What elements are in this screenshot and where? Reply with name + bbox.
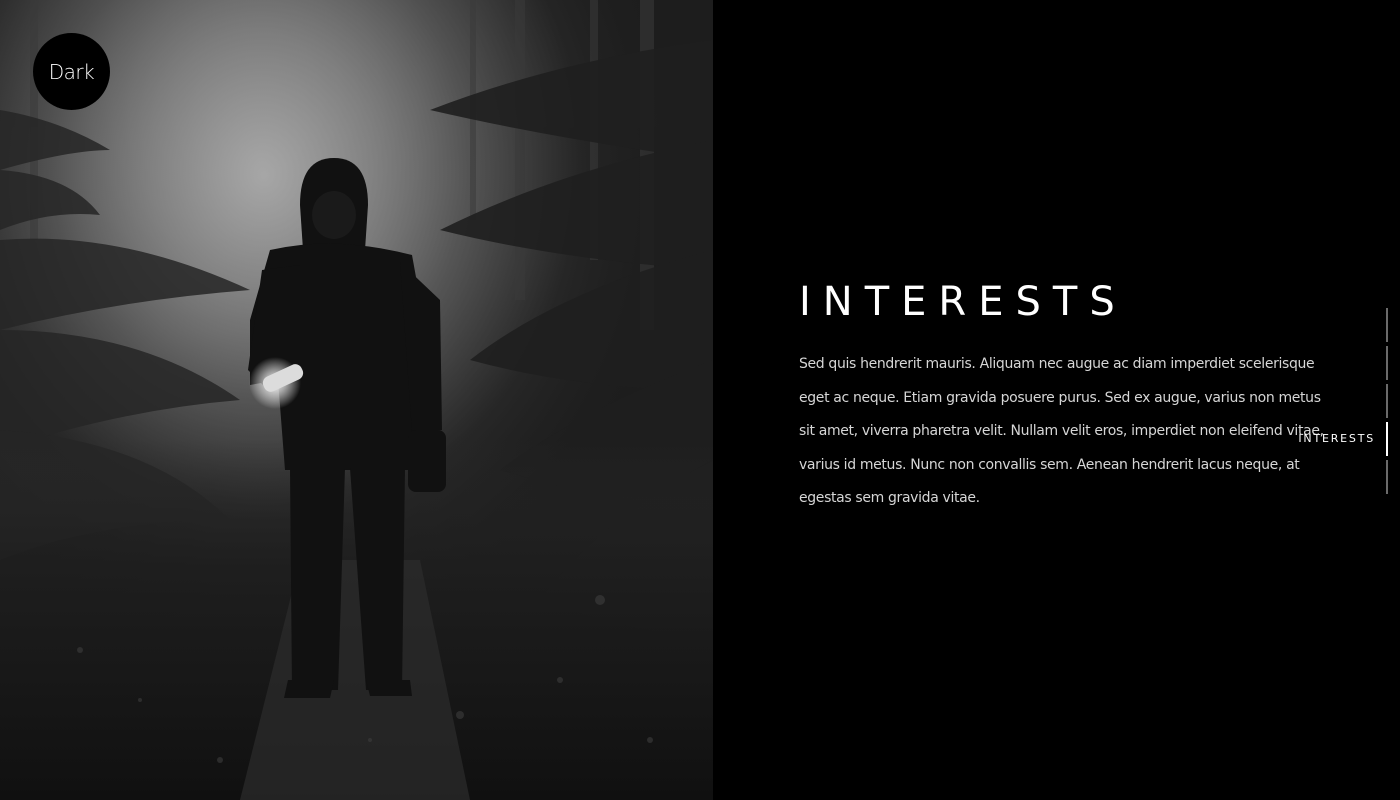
forest-scene-image xyxy=(0,0,713,800)
section-body: Sed quis hendrerit mauris. Aliquam nec a… xyxy=(799,356,1324,506)
section-nav: INTERESTS xyxy=(1268,308,1388,498)
section-title: INTERESTS xyxy=(799,279,1127,325)
page: Dark INTERESTS Sed quis hendrerit mauris… xyxy=(0,0,1400,800)
logo-button[interactable]: Dark xyxy=(33,33,110,110)
nav-dot-interests[interactable] xyxy=(1386,422,1388,456)
nav-active-label[interactable]: INTERESTS xyxy=(1298,432,1375,445)
logo-text: Dark xyxy=(48,59,95,84)
nav-dot-5[interactable] xyxy=(1386,460,1388,494)
nav-dot-1[interactable] xyxy=(1386,308,1388,342)
nav-dot-2[interactable] xyxy=(1386,346,1388,380)
nav-dot-3[interactable] xyxy=(1386,384,1388,418)
section-content: INTERESTS Sed quis hendrerit mauris. Ali… xyxy=(799,276,1329,516)
hero-photo: Dark xyxy=(0,0,713,800)
